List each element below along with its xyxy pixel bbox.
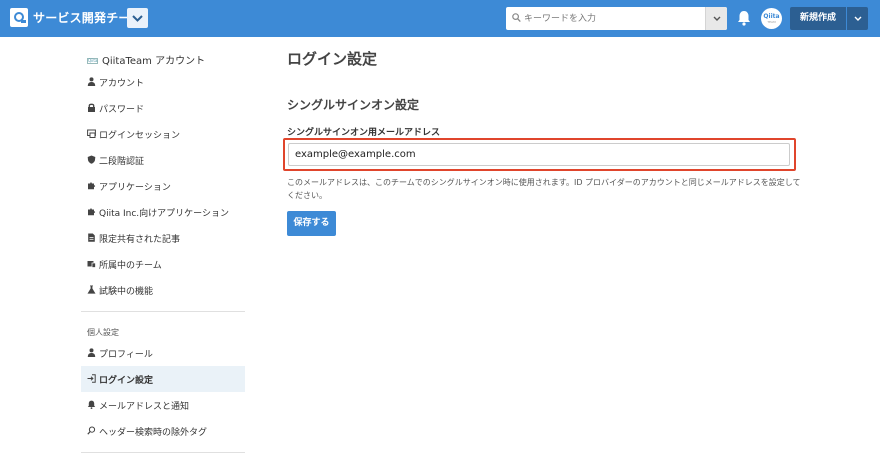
bell-icon: [87, 400, 96, 409]
person-icon: [87, 348, 96, 357]
chevron-down-icon: [132, 15, 143, 22]
sidebar-item-label: 二段階認証: [99, 157, 145, 167]
sidebar-item-label: 限定共有された記事: [99, 235, 181, 245]
sso-email-help-text: このメールアドレスは、このチームでのシングルサインオン時に使用されます。ID プ…: [287, 178, 801, 200]
sidebar-item-excluded-tags[interactable]: ヘッダー検索時の除外タグ: [81, 418, 245, 444]
search-input[interactable]: [524, 7, 704, 30]
account-section-title: Qiita QiitaTeam アカウント: [87, 56, 206, 67]
qiita-team-logo-icon[interactable]: [10, 8, 28, 27]
sidebar-item-experimental-features[interactable]: 試験中の機能: [81, 277, 245, 303]
new-post-dropdown-button[interactable]: [847, 7, 868, 30]
sidebar-item-label: アプリケーション: [99, 183, 171, 193]
chevron-down-icon: [713, 16, 721, 21]
sidebar-item-profile[interactable]: プロフィール: [81, 340, 245, 366]
tag-search-icon: [87, 426, 96, 435]
sidebar-item-label: 試験中の機能: [99, 287, 154, 297]
sidebar-item-qiita-inc-applications[interactable]: Qiita Inc.向けアプリケーション: [81, 199, 245, 225]
person-icon: [87, 77, 96, 86]
sso-email-label: シングルサインオン用メールアドレス: [287, 128, 441, 138]
sidebar-divider: [81, 311, 245, 312]
avatar-subtext: TEAM: [767, 20, 776, 24]
avatar-text: Qiita: [763, 13, 780, 20]
new-post-button[interactable]: 新規作成: [790, 7, 846, 30]
sidebar-item-label: メールアドレスと通知: [99, 402, 190, 412]
save-button[interactable]: 保存する: [287, 211, 336, 236]
sidebar-item-label: ヘッダー検索時の除外タグ: [99, 428, 208, 438]
sidebar-item-teams[interactable]: 所属中のチーム: [81, 251, 245, 277]
sidebar-item-password[interactable]: パスワード: [81, 95, 245, 121]
top-header: サービス開発チーム Qiita TEAM 新規作成: [0, 0, 880, 37]
sidebar-divider: [81, 452, 245, 453]
search-box: [506, 7, 727, 30]
search-icon: [512, 13, 521, 23]
team-icon: [87, 261, 96, 268]
sidebar-item-label: パスワード: [99, 105, 145, 115]
sso-email-highlight: [283, 138, 796, 171]
notification-bell-icon[interactable]: [737, 10, 751, 26]
sidebar-item-label: ログイン設定: [99, 376, 154, 386]
team-switch-button[interactable]: [127, 8, 148, 28]
avatar[interactable]: Qiita TEAM: [761, 8, 782, 29]
sidebar-item-label: 所属中のチーム: [99, 261, 162, 271]
sidebar-item-login-settings[interactable]: ログイン設定: [81, 366, 245, 392]
sidebar-item-two-factor[interactable]: 二段階認証: [81, 147, 245, 173]
sidebar-item-login-sessions[interactable]: ログインセッション: [81, 121, 245, 147]
chevron-down-icon: [854, 16, 862, 21]
puzzle-icon: [88, 182, 96, 190]
sidebar-item-account[interactable]: アカウント: [81, 69, 245, 95]
sidebar-item-shared-articles[interactable]: 限定共有された記事: [81, 225, 245, 251]
shield-icon: [87, 155, 96, 164]
login-icon: [87, 374, 96, 383]
page-title: ログイン設定: [287, 50, 378, 68]
sidebar-item-label: Qiita Inc.向けアプリケーション: [99, 209, 229, 219]
session-icon: [87, 129, 96, 138]
sso-section-title: シングルサインオン設定: [287, 98, 420, 112]
flask-icon: [87, 285, 96, 294]
sso-email-input[interactable]: [288, 143, 790, 166]
sidebar-item-label: ログインセッション: [99, 131, 181, 141]
sidebar-item-email-notifications[interactable]: メールアドレスと通知: [81, 392, 245, 418]
lock-icon: [88, 103, 95, 112]
sidebar-item-label: プロフィール: [99, 350, 153, 360]
sidebar-item-label: アカウント: [99, 79, 145, 89]
personal-settings-heading: 個人設定: [87, 328, 119, 337]
search-options-button[interactable]: [705, 7, 727, 30]
sidebar-item-applications[interactable]: アプリケーション: [81, 173, 245, 199]
document-icon: [88, 233, 95, 242]
qiita-team-mini-logo-icon: Qiita: [87, 58, 98, 64]
puzzle-icon: [88, 208, 96, 216]
